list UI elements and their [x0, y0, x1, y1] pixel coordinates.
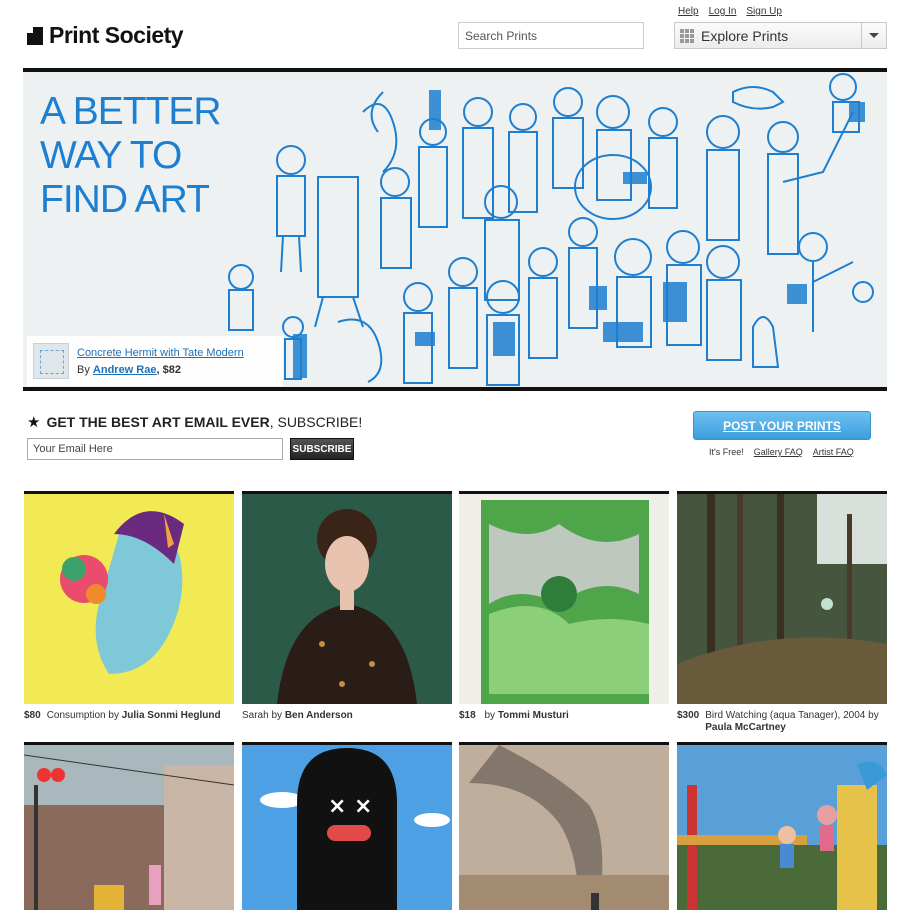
print-tile[interactable] — [459, 742, 669, 910]
print-caption: Sarah by Ben Anderson — [242, 710, 452, 722]
search-input[interactable] — [458, 22, 644, 49]
print-image — [277, 509, 417, 704]
subscribe-button[interactable]: SUBSCRIBE — [290, 438, 354, 460]
print-price: $300 — [677, 710, 700, 721]
print-image — [24, 745, 234, 910]
hero-headline-line: FIND ART — [40, 178, 210, 221]
signup-link[interactable]: Sign Up — [746, 6, 782, 17]
explore-prints-dropdown[interactable]: Explore Prints — [674, 22, 887, 49]
hero-headline-line: A BETTER — [40, 90, 222, 133]
print-artist-link[interactable]: Tommi Musturi — [498, 710, 569, 721]
site-logo[interactable]: Print Society — [27, 22, 184, 49]
print-tile[interactable] — [24, 491, 234, 704]
featured-price: , $82 — [156, 364, 181, 376]
login-link[interactable]: Log In — [709, 6, 737, 17]
explore-label: Explore Prints — [701, 27, 789, 44]
print-image — [677, 494, 887, 704]
print-caption: $300 Bird Watching (aqua Tanager), 2004 … — [677, 710, 887, 734]
chevron-down-icon — [869, 33, 879, 38]
byline-prefix: By — [77, 364, 90, 376]
caption-byline: By Andrew Rae, $82 — [77, 364, 181, 376]
subscribe-heading-rest: , SUBSCRIBE! — [269, 414, 363, 430]
logo-icon — [27, 26, 43, 45]
print-tile[interactable] — [677, 742, 887, 910]
print-artist-link[interactable]: Julia Sonmi Heglund — [122, 710, 221, 721]
hero-headline-line: WAY TO — [40, 134, 182, 177]
hero-banner[interactable]: A BETTER WAY TO FIND ART Concrete Hermit… — [23, 68, 887, 391]
print-title: by — [484, 710, 496, 721]
print-price: $18 — [459, 710, 476, 721]
grid-icon — [680, 28, 694, 43]
print-title: Sarah by — [242, 710, 283, 721]
featured-artist-link[interactable]: Andrew Rae — [93, 364, 157, 376]
subscribe-heading-bold: GET THE BEST ART EMAIL EVER — [46, 414, 270, 430]
print-image — [60, 511, 184, 674]
subscribe-heading: ★ GET THE BEST ART EMAIL EVER, SUBSCRIBE… — [27, 413, 362, 431]
logo-text: Print Society — [49, 22, 184, 48]
print-image: × × — [260, 748, 450, 910]
email-field[interactable] — [27, 438, 283, 460]
print-tile[interactable] — [677, 491, 887, 704]
print-tile[interactable] — [24, 742, 234, 910]
hero-caption: Concrete Hermit with Tate Modern By Andr… — [27, 336, 283, 386]
post-prints-button[interactable]: POST YOUR PRINTS — [693, 411, 871, 440]
print-caption: $18 by Tommi Musturi — [459, 710, 669, 722]
svg-text:×: × — [354, 794, 372, 819]
star-icon: ★ — [27, 414, 41, 431]
print-image — [677, 761, 887, 910]
artist-faq-link[interactable]: Artist FAQ — [813, 447, 854, 457]
print-image — [481, 500, 649, 704]
svg-text:×: × — [328, 794, 346, 819]
print-price: $80 — [24, 710, 41, 721]
print-tile[interactable] — [459, 491, 669, 704]
post-links: It's Free! Gallery FAQ Artist FAQ — [709, 447, 854, 457]
print-caption: $80 Consumption by Julia Sonmi Heglund — [24, 710, 234, 722]
print-image — [459, 745, 669, 910]
figure — [228, 73, 874, 386]
print-artist-link[interactable]: Paula McCartney — [705, 722, 786, 733]
featured-print-link[interactable]: Concrete Hermit with Tate Modern — [77, 347, 244, 359]
print-title: Consumption by — [46, 710, 119, 721]
help-link[interactable]: Help — [678, 6, 699, 17]
print-tile[interactable]: × × — [242, 742, 452, 910]
print-title: Bird Watching (aqua Tanager), 2004 by — [705, 710, 879, 721]
dropdown-toggle[interactable] — [861, 23, 886, 48]
caption-thumbnail[interactable] — [33, 343, 69, 379]
top-links: Help Log In Sign Up — [678, 6, 782, 17]
gallery-faq-link[interactable]: Gallery FAQ — [754, 447, 803, 457]
print-artist-link[interactable]: Ben Anderson — [285, 710, 353, 721]
hero-headline: A BETTER WAY TO FIND ART — [40, 90, 222, 222]
print-tile[interactable] — [242, 491, 452, 704]
free-text: It's Free! — [709, 447, 744, 457]
